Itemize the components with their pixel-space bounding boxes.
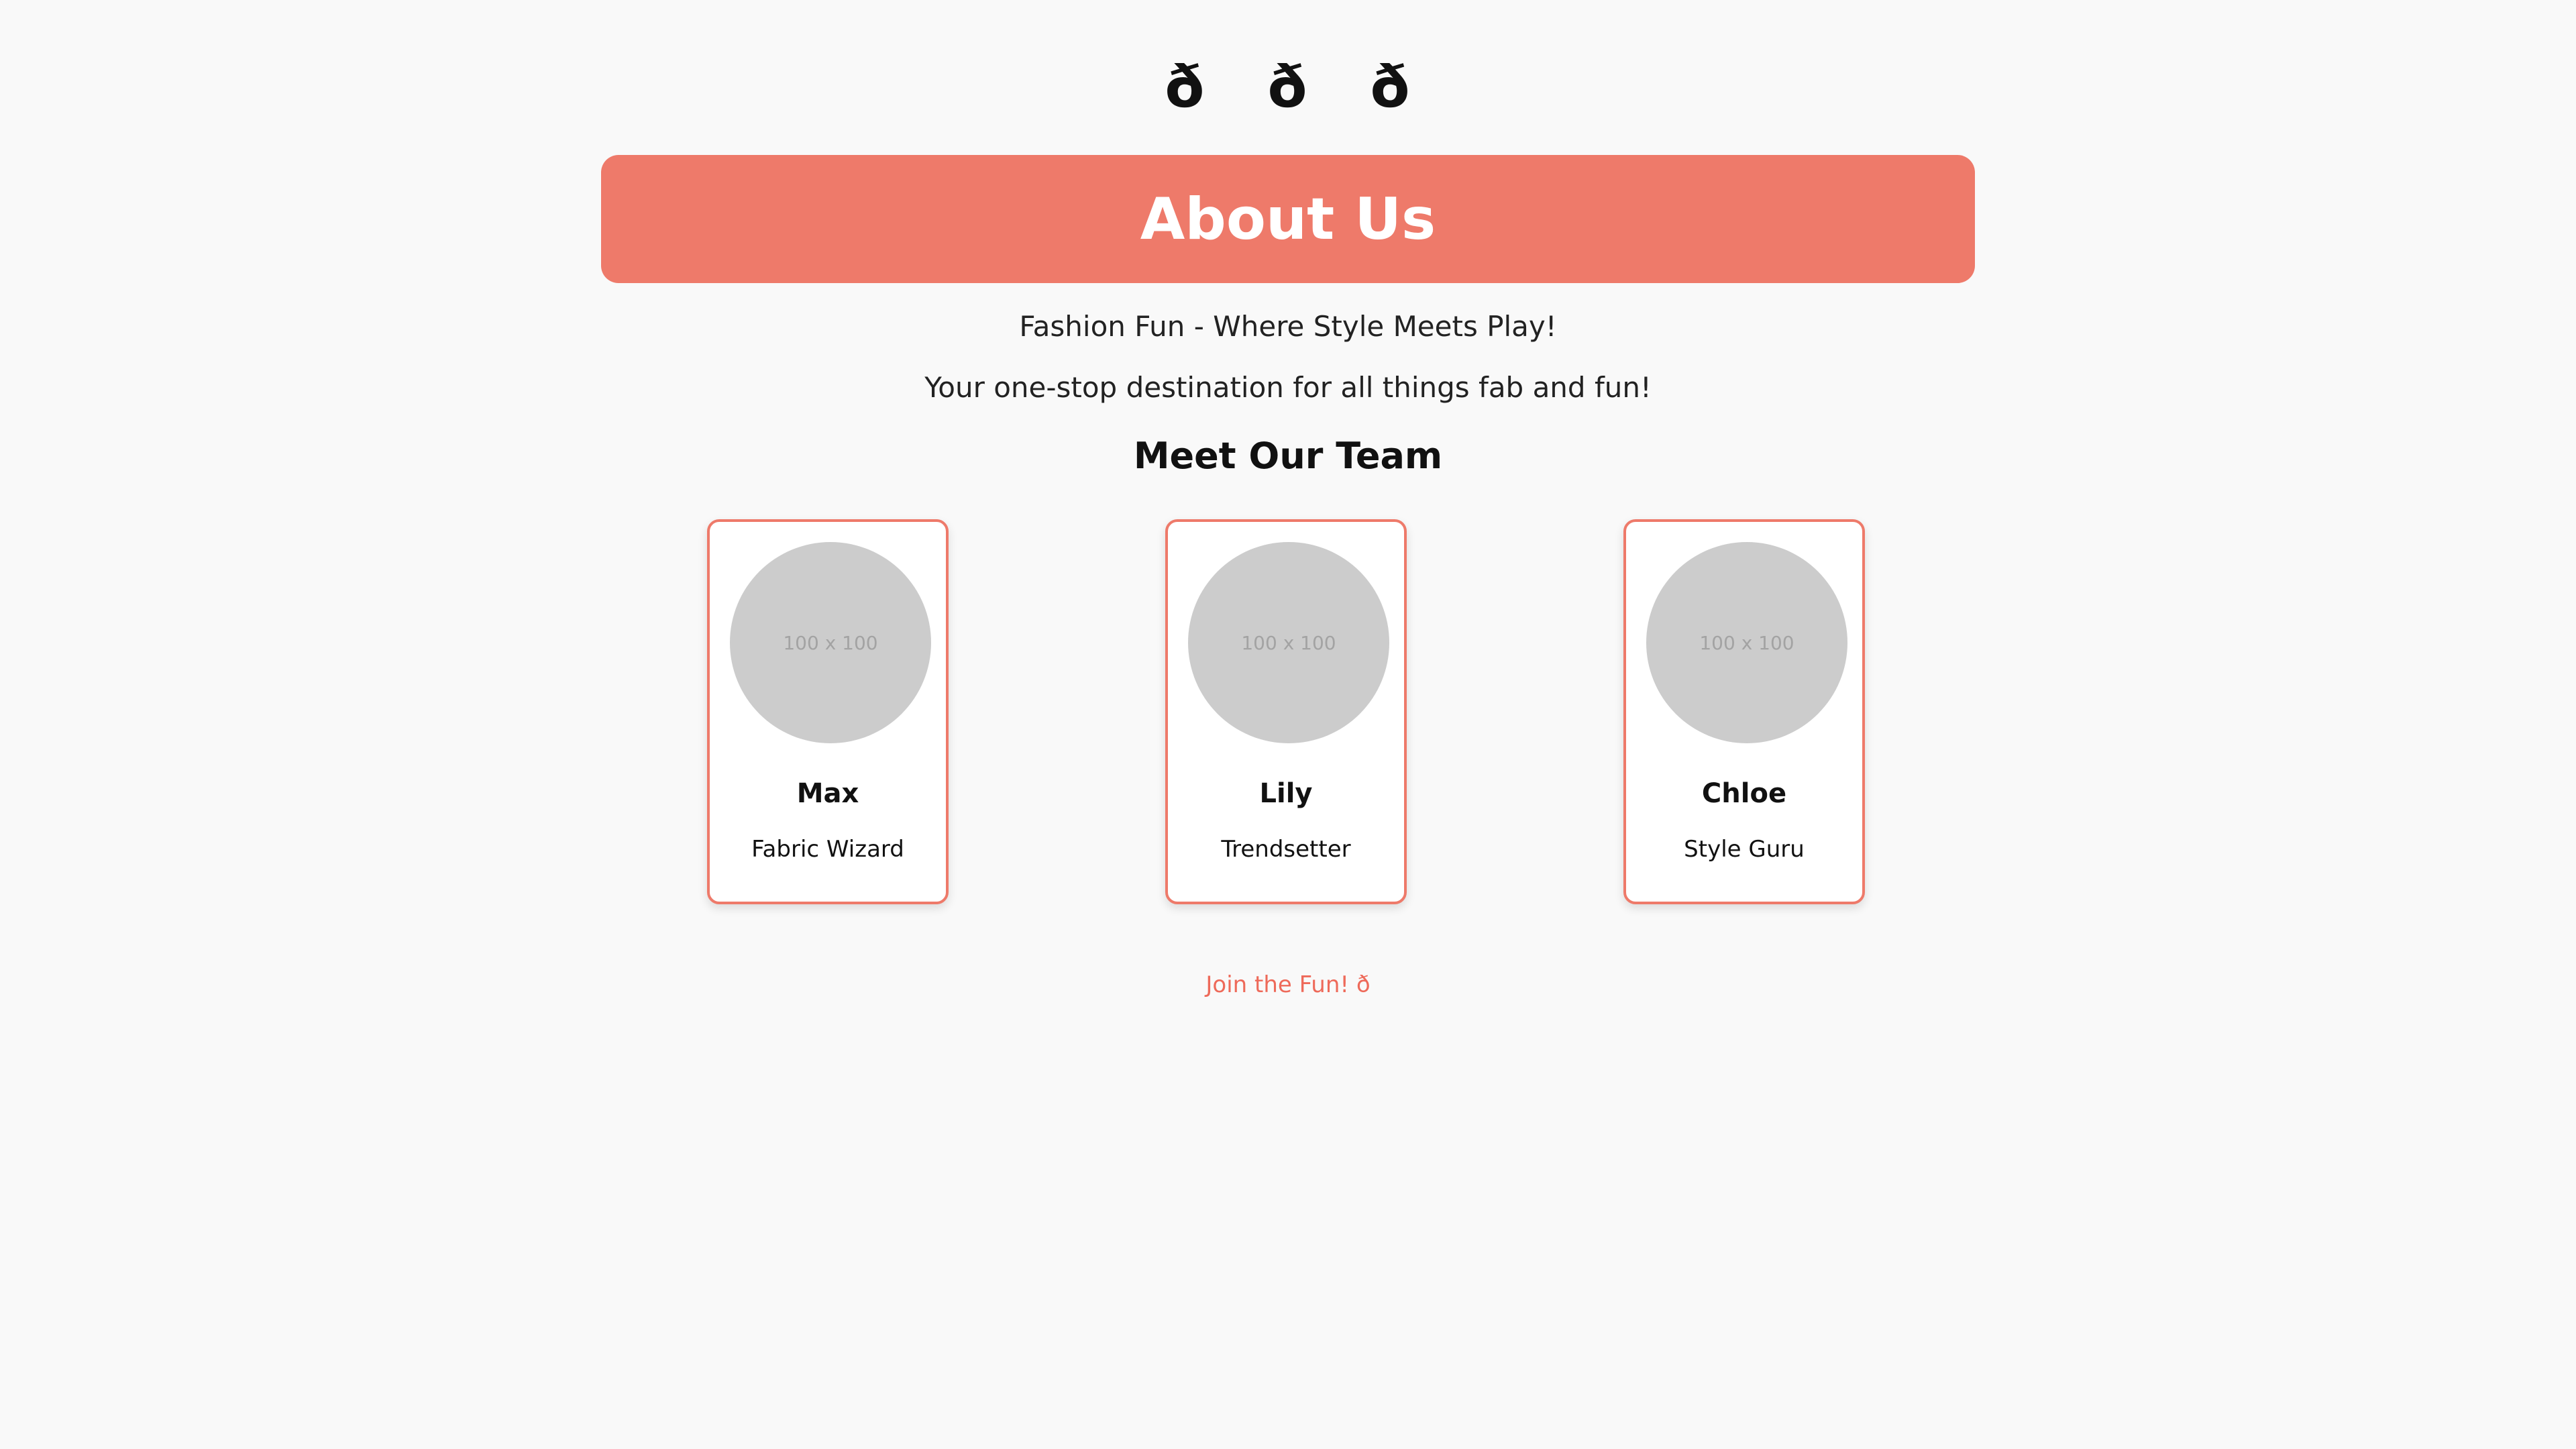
intro-subtitle: Your one-stop destination for all things… (924, 371, 1652, 404)
tagline: Fashion Fun - Where Style Meets Play! (1019, 310, 1557, 343)
avatar: 100 x 100 (1188, 542, 1389, 743)
avatar: 100 x 100 (1646, 542, 1847, 743)
member-role: Fabric Wizard (751, 836, 904, 863)
team-card-max: 100 x 100 Max Fabric Wizard (707, 519, 949, 904)
nav-emoji-1[interactable]: ð (1165, 54, 1205, 121)
join-the-fun-link[interactable]: Join the Fun! ð (1205, 971, 1370, 998)
top-nav: ð ð ð (0, 54, 2576, 121)
footer: Join the Fun! ð (0, 971, 2576, 998)
avatar: 100 x 100 (730, 542, 931, 743)
nav-emoji-2[interactable]: ð (1267, 54, 1308, 121)
team-card-chloe: 100 x 100 Chloe Style Guru (1623, 519, 1865, 904)
page-title: About Us (1140, 185, 1436, 253)
about-banner: About Us (601, 155, 1975, 283)
member-name: Max (796, 778, 859, 809)
team-card-lily: 100 x 100 Lily Trendsetter (1165, 519, 1407, 904)
team-heading: Meet Our Team (1133, 435, 1443, 477)
member-role: Trendsetter (1221, 836, 1351, 863)
member-name: Lily (1259, 778, 1313, 809)
member-role: Style Guru (1684, 836, 1805, 863)
member-name: Chloe (1701, 778, 1787, 809)
nav-emoji-3[interactable]: ð (1371, 54, 1411, 121)
